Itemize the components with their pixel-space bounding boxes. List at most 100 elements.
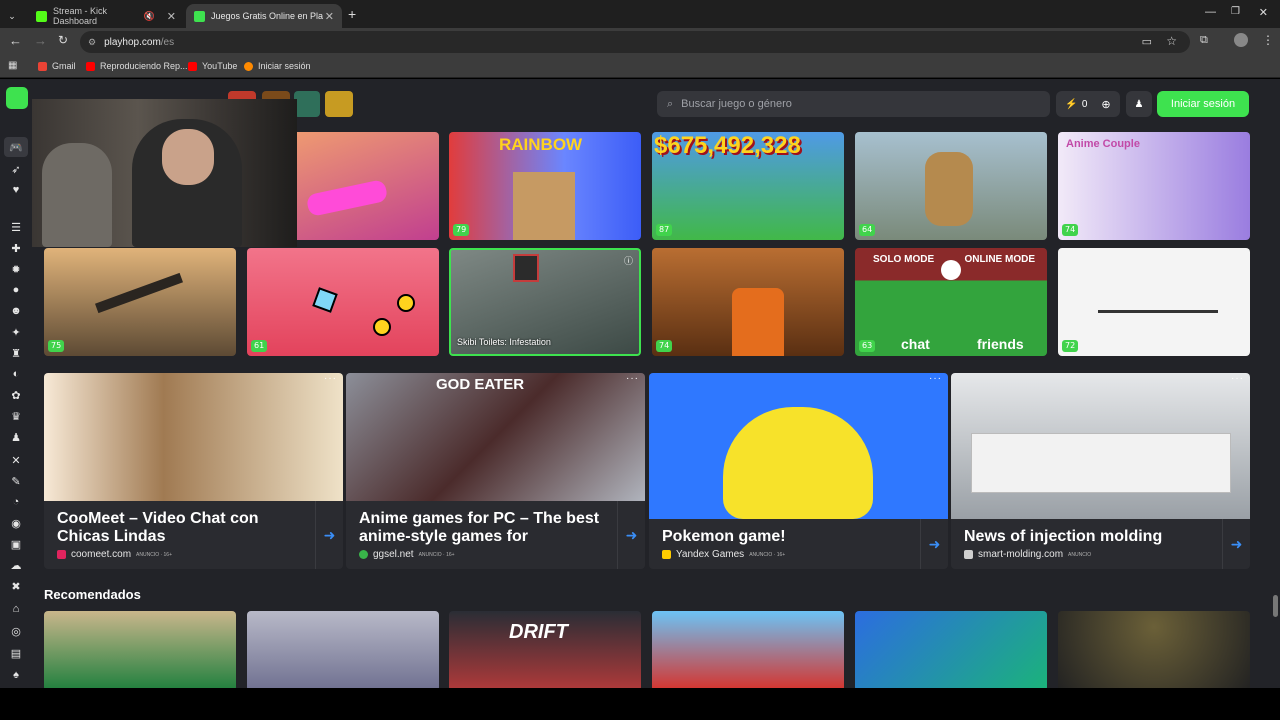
- address-bar[interactable]: ⚙ playhop.com/es ▭ ☆: [80, 31, 1190, 53]
- bookmark-youtube[interactable]: YouTube: [188, 61, 237, 71]
- ad-image: GOD EATER: [346, 373, 645, 501]
- book-icon[interactable]: ▤: [8, 645, 24, 661]
- ad-card-pokemon[interactable]: ··· Pokemon game! Yandex Games ANUNCIO · …: [649, 373, 948, 569]
- coins-balance[interactable]: ⚡ 0 ⊕: [1056, 91, 1120, 117]
- game-card-skibi-toilets[interactable]: ⓘ Skibi Toilets: Infestation: [449, 248, 641, 356]
- tab-search-button[interactable]: ⌄: [0, 4, 24, 28]
- box-icon[interactable]: ▣: [8, 536, 24, 552]
- game-card-rainbow-friends[interactable]: RAINBOW 79: [449, 132, 641, 240]
- close-tab-icon[interactable]: ✕: [167, 10, 176, 23]
- rating-badge: 79: [453, 224, 470, 236]
- cat-icon[interactable]: ☻: [8, 303, 24, 319]
- game-card-cat-cowboy[interactable]: 64: [855, 132, 1047, 240]
- ad-source: Yandex Games ANUNCIO · 16+: [662, 549, 785, 560]
- more-options-icon[interactable]: ···: [626, 373, 639, 384]
- bookmark-iniciar-sesion[interactable]: Iniciar sesión: [244, 61, 311, 71]
- bookmark-reproduciendo[interactable]: Reproduciendo Rep...: [86, 61, 188, 71]
- ad-source: smart-molding.com ANUNCIO: [964, 549, 1091, 560]
- bookmark-gmail[interactable]: Gmail: [38, 61, 76, 71]
- user-icon[interactable]: ♟: [1126, 91, 1152, 117]
- recommended-card-drift[interactable]: DRIFT: [449, 611, 641, 688]
- more-options-icon[interactable]: ···: [1231, 373, 1244, 384]
- rocket-icon[interactable]: ➶: [8, 161, 24, 177]
- user-icon[interactable]: ♟: [8, 429, 24, 445]
- crown-icon[interactable]: ♛: [8, 408, 24, 424]
- site-info-icon[interactable]: ⚙: [88, 37, 96, 48]
- ad-card-injection-molding[interactable]: ··· News of injection molding smart-mold…: [951, 373, 1250, 569]
- pencil-icon[interactable]: ✎: [8, 473, 24, 489]
- minimize-icon[interactable]: —: [1205, 6, 1216, 18]
- list-icon[interactable]: ☰: [8, 219, 24, 235]
- ghost-icon[interactable]: ◐: [8, 366, 24, 382]
- recommended-card-poker[interactable]: [44, 611, 236, 688]
- bookmark-star-icon[interactable]: ☆: [1166, 34, 1177, 48]
- more-options-icon[interactable]: ···: [324, 373, 337, 384]
- muted-icon[interactable]: 🔇: [144, 11, 155, 22]
- gmail-icon: [38, 61, 47, 71]
- login-button[interactable]: Iniciar sesión: [1157, 91, 1249, 117]
- pacman-icon[interactable]: ◔: [8, 494, 24, 510]
- game-card-anime-couple[interactable]: Anime Couple 74: [1058, 132, 1250, 240]
- ad-card-ggsel[interactable]: GOD EATER ··· Anime games for PC – The b…: [346, 373, 645, 569]
- close-tab-icon[interactable]: ✕: [325, 10, 334, 23]
- game-card-geometry[interactable]: 61: [247, 248, 439, 356]
- restore-icon[interactable]: ❐: [1231, 6, 1240, 17]
- car-icon[interactable]: ⌂: [8, 601, 24, 617]
- back-icon[interactable]: ←: [9, 33, 22, 48]
- game-card-sketch[interactable]: 72: [1058, 248, 1250, 356]
- recommended-card-bank-brothers[interactable]: [652, 611, 844, 688]
- more-options-icon[interactable]: ···: [929, 373, 942, 384]
- browser-toolbar: ← → ↻ ⚙ playhop.com/es ▭ ☆ ⧉ ⋮: [0, 28, 1280, 56]
- ad-card-coomeet[interactable]: ··· CooMeet – Video Chat con Chicas Linda…: [44, 373, 343, 569]
- runner-icon[interactable]: ✦: [8, 324, 24, 340]
- recommended-card-dark-room[interactable]: [1058, 611, 1250, 688]
- game-card-prisoner[interactable]: 74: [652, 248, 844, 356]
- settings-icon[interactable]: ✿: [8, 387, 24, 403]
- games-icon[interactable]: 🎮: [4, 137, 28, 157]
- info-icon[interactable]: ⓘ: [624, 254, 633, 267]
- featured-thumb[interactable]: [325, 91, 353, 117]
- playhop-logo[interactable]: [6, 87, 28, 109]
- game-card-artillery[interactable]: 75: [44, 248, 236, 356]
- ad-arrow-icon[interactable]: ➜: [920, 519, 948, 569]
- forward-icon[interactable]: →: [34, 33, 47, 48]
- swords-icon[interactable]: ✕: [8, 452, 24, 468]
- game-card-soccer[interactable]: SOLO MODE ONLINE MODE chat friends 63: [855, 248, 1047, 356]
- extensions-icon[interactable]: ⧉: [1200, 34, 1208, 47]
- mushroom-icon[interactable]: ☁: [8, 557, 24, 573]
- recommended-card-hero[interactable]: [855, 611, 1047, 688]
- close-window-icon[interactable]: ✕: [1259, 6, 1268, 19]
- ad-arrow-icon[interactable]: ➜: [1222, 519, 1250, 569]
- menu-icon[interactable]: ⋮: [1262, 33, 1274, 47]
- bomb-icon[interactable]: ●: [8, 282, 24, 298]
- add-coins-icon[interactable]: ⊕: [1101, 98, 1110, 111]
- tab-kick-dashboard[interactable]: Stream - Kick Dashboard 🔇 ✕: [28, 4, 184, 28]
- location-icon[interactable]: ◎: [8, 623, 24, 639]
- apps-grid-icon[interactable]: ▦: [8, 60, 17, 71]
- page-scrollbar[interactable]: [1273, 595, 1278, 617]
- recommended-card-skibidi-fight[interactable]: [247, 611, 439, 688]
- new-tab-icon[interactable]: +: [348, 6, 356, 22]
- game-title-art: Anime Couple: [1066, 138, 1140, 150]
- heart-icon[interactable]: ♥: [8, 182, 24, 198]
- bookmarks-bar: ▦ Gmail Reproduciendo Rep... YouTube Ini…: [0, 56, 1280, 78]
- gear-icon[interactable]: ✹: [8, 261, 24, 277]
- search-input[interactable]: ⌕ Buscar juego o género: [657, 91, 1050, 117]
- cast-icon[interactable]: ▭: [1142, 35, 1152, 48]
- smart-molding-icon: [964, 550, 973, 559]
- profile-avatar[interactable]: [1234, 33, 1248, 47]
- reload-icon[interactable]: ↻: [58, 33, 68, 47]
- puzzle-icon[interactable]: ✚: [8, 240, 24, 256]
- crossed-icon[interactable]: ✖: [8, 578, 24, 594]
- spade-icon[interactable]: ♠: [8, 667, 24, 683]
- soccer-ball-icon: [941, 260, 961, 280]
- search-icon: ⌕: [667, 97, 674, 110]
- castle-icon[interactable]: ♜: [8, 345, 24, 361]
- ball-icon[interactable]: ◉: [8, 515, 24, 531]
- tab-playhop[interactable]: Juegos Gratis Online en Playhop ✕: [186, 4, 342, 28]
- ad-arrow-icon[interactable]: ➜: [315, 501, 343, 569]
- ad-arrow-icon[interactable]: ➜: [617, 501, 645, 569]
- bottom-letterbox: [0, 688, 1280, 720]
- game-card-money[interactable]: $675,492,328 87: [652, 132, 844, 240]
- featured-thumb[interactable]: [294, 91, 320, 117]
